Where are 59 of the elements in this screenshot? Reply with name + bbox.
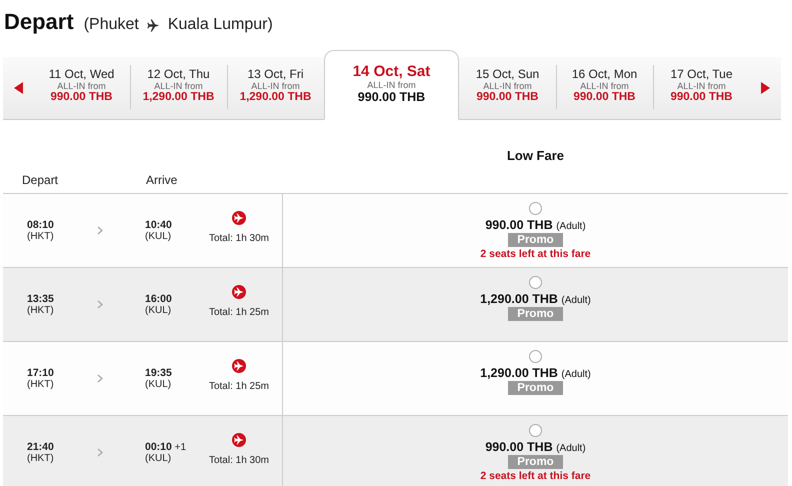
airport-code: (HKT) <box>27 453 55 464</box>
airport-code: (KUL) <box>145 305 172 316</box>
departure-time: 17:10 <box>27 367 54 379</box>
departure-time: 13:35 <box>27 293 54 305</box>
promo-badge: Promo <box>508 233 563 247</box>
fare-price: 1,290.00 THB (Adult) <box>480 366 591 380</box>
fare-radio[interactable] <box>529 276 542 289</box>
date-tab[interactable]: 16 Oct, Mon ALL-IN from 990.00 THB <box>556 57 653 119</box>
fare-radio[interactable] <box>529 202 542 215</box>
next-day-mark: +1 <box>174 442 186 453</box>
arrival-time: 10:40 <box>145 219 172 231</box>
chevron-icon <box>97 448 103 457</box>
chevron-icon <box>97 226 103 235</box>
date-tab[interactable]: 11 Oct, Wed ALL-IN from 990.00 THB <box>33 57 130 119</box>
flight-details-icon[interactable] <box>232 211 246 225</box>
left-arrow-icon <box>14 82 22 94</box>
flight-details-icon[interactable] <box>232 285 246 299</box>
flight-details-icon[interactable] <box>232 433 246 447</box>
date-tab[interactable]: 12 Oct, Thu ALL-IN from 1,290.00 THB <box>130 57 227 119</box>
column-header: Depart <box>22 173 60 187</box>
flight-duration: Total: 1h 30m <box>208 455 270 466</box>
fare-price: 990.00 THB (Adult) <box>485 440 586 454</box>
arrival-time: 16:00 <box>145 293 172 305</box>
chevron-icon <box>97 300 103 309</box>
airport-code: (KUL) <box>145 379 172 390</box>
flight-duration: Total: 1h 25m <box>208 307 270 318</box>
date-tab[interactable]: 14 Oct, Sat ALL-IN from 990.00 THB <box>324 50 459 120</box>
date-tab[interactable]: 13 Oct, Fri ALL-IN from 1,290.00 THB <box>227 57 324 119</box>
fare-radio[interactable] <box>529 424 542 437</box>
arrival-time: 00:10 <box>145 441 172 453</box>
column-header: Arrive <box>146 173 178 187</box>
fare-price: 1,290.00 THB (Adult) <box>480 292 591 306</box>
destination-city: Kuala Lumpur) <box>168 16 273 34</box>
origin-city: (Phuket <box>84 16 139 34</box>
airport-code: (HKT) <box>27 305 55 316</box>
flight-duration: Total: 1h 25m <box>208 381 270 392</box>
departure-time: 21:40 <box>27 441 54 453</box>
airport-code: (HKT) <box>27 379 55 390</box>
fare-heading: Low Fare <box>506 147 566 165</box>
seats-left-notice: 2 seats left at this fare <box>480 248 591 260</box>
flight-details-icon[interactable] <box>232 359 246 373</box>
promo-badge: Promo <box>508 455 563 469</box>
flight-duration: Total: 1h 30m <box>208 233 270 244</box>
airport-code: (KUL) <box>145 453 172 464</box>
fare-radio[interactable] <box>529 350 542 363</box>
chevron-icon <box>97 374 103 383</box>
page-title: Depart <box>4 9 74 35</box>
arrival-time: 19:35 <box>145 367 172 379</box>
right-arrow-icon <box>760 82 770 94</box>
date-tab[interactable]: 15 Oct, Sun ALL-IN from 990.00 THB <box>459 57 556 119</box>
date-tab[interactable]: 17 Oct, Tue ALL-IN from 990.00 THB <box>653 57 750 119</box>
airport-code: (KUL) <box>145 231 172 242</box>
airplane-icon <box>146 18 160 32</box>
departure-time: 08:10 <box>27 219 54 231</box>
airport-code: (HKT) <box>27 231 55 242</box>
promo-badge: Promo <box>508 381 563 395</box>
fare-price: 990.00 THB (Adult) <box>485 218 586 232</box>
seats-left-notice: 2 seats left at this fare <box>480 470 591 482</box>
promo-badge: Promo <box>508 307 563 321</box>
